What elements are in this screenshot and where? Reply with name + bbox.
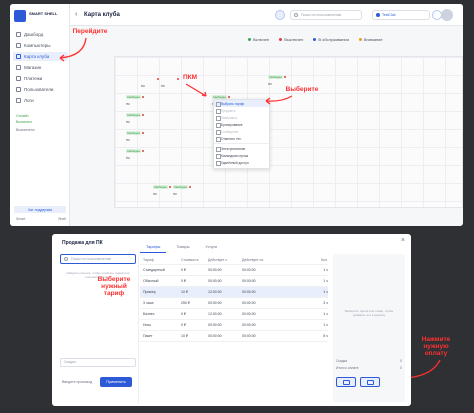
table-cell: 00:00:00 [242,301,256,305]
table-cell: 10 ₽ [181,290,189,294]
table-cell: 1 ч [323,268,328,272]
cash-pay-button[interactable] [336,377,356,387]
card-pay-button[interactable] [360,377,380,387]
table-row[interactable]: Стандартный 0 ₽ 00:00:00 00:00:00 1 ч [140,265,328,276]
discount-label: Скидка [336,359,347,363]
table-cell: 10 ₽ [181,334,189,338]
table-header: Тариф Стоимость Действует с Действует по… [140,256,328,265]
table-row[interactable]: Бизнес 0 ₽ 12:00:00 00:00:00 1 ч [140,309,328,320]
dialog-title: Продажа для ПК [62,240,103,246]
column-header: Действует по [242,258,264,262]
discount-row: Скидка 0 [336,359,402,363]
tab-services[interactable]: Услуги [199,242,223,253]
table-cell: 00:00:00 [242,279,256,283]
table-cell: Стандартный [143,268,165,272]
cash-icon [342,379,350,385]
column-header: Действует с [208,258,228,262]
table-cell: 12:00:00 [208,290,222,294]
table-row[interactable]: Ночь 0 ₽ 00:00:00 00:00:00 1 ч [140,320,328,331]
client-search-input[interactable]: Поиск по пользователям [60,254,136,264]
table-cell: Пример [143,290,156,294]
discount-value: 0 [400,359,402,363]
arrow-icon [185,83,207,97]
total-value: 0 [400,366,402,370]
table-cell: 1 ч [323,290,328,294]
table-cell: 250 ₽ [181,301,191,305]
discount-select[interactable]: Скидка [60,358,136,367]
card-icon [366,379,374,385]
table-cell: 00:00:00 [208,279,222,283]
search-icon [64,257,68,261]
table-row[interactable]: Пакет 10 ₽ 00:00:00 00:00:00 5 ч [140,331,328,342]
cart-panel: Выберите тариф или товар, чтобы добавить… [333,254,405,402]
close-icon[interactable]: × [401,237,405,244]
annotation-click-pay: Нажмите нужную оплату [421,336,451,357]
column-header: Стоимость [181,258,199,262]
table-cell: 0 ₽ [181,312,187,316]
table-cell: 00:00:00 [208,334,222,338]
table-cell: Ночь [143,323,152,327]
table-cell: 00:00:00 [242,312,256,316]
table-cell: 0 ₽ [181,268,187,272]
tariff-table: Тариф Стоимость Действует с Действует по… [140,256,328,342]
table-cell: 00:00:00 [208,323,222,327]
cart-empty-text: Выберите тариф или товар, чтобы добавить… [344,309,394,317]
table-cell: 00:00:00 [242,334,256,338]
tab-goods[interactable]: Товары [170,242,195,253]
total-row: Итого к оплате 0 [336,366,402,370]
table-cell: 12:00:00 [208,312,222,316]
table-cell: 5 ч [323,334,328,338]
table-cell: 1 ч [323,279,328,283]
tab-tariffs[interactable]: Тарифы [140,242,167,253]
table-cell: 3 часа [143,301,154,305]
total-label: Итого к оплате [336,366,359,370]
table-cell: 00:00:00 [208,301,222,305]
dialog-tabs: Тарифы Товары Услуги [140,242,223,253]
column-header: Тариф [143,258,154,262]
table-cell: Бизнес [143,312,155,316]
table-cell: Пакет [143,334,153,338]
search-placeholder: Поиск по пользователям [71,257,112,261]
sale-dialog: Продажа для ПК × Поиск по пользователям … [52,234,411,406]
table-cell: 00:00:00 [242,323,256,327]
table-row[interactable]: 3 часа 250 ₽ 00:00:00 00:00:00 3 ч [140,298,328,309]
table-cell: 1 ч [323,312,328,316]
table-row[interactable]: Обычный 0 ₽ 00:00:00 00:00:00 1 ч [140,276,328,287]
table-cell: 0 ₽ [181,279,187,283]
table-cell: Обычный [143,279,159,283]
table-cell: 00:00:00 [208,268,222,272]
table-cell: 3 ч [323,301,328,305]
table-row-selected[interactable]: Пример 10 ₽ 12:00:00 00:00:00 1 ч [140,287,328,298]
table-cell: 00:00:00 [242,268,256,272]
table-cell: 00:00:00 [242,290,256,294]
table-cell: 0 ₽ [181,323,187,327]
table-cell: 1 ч [323,323,328,327]
promo-input[interactable]: Введите промокод [62,380,92,384]
column-header: Кол. [321,258,328,262]
apply-button[interactable]: Применить [100,377,132,387]
annotation-choose-tariff: Выберите нужный тариф [97,276,131,297]
